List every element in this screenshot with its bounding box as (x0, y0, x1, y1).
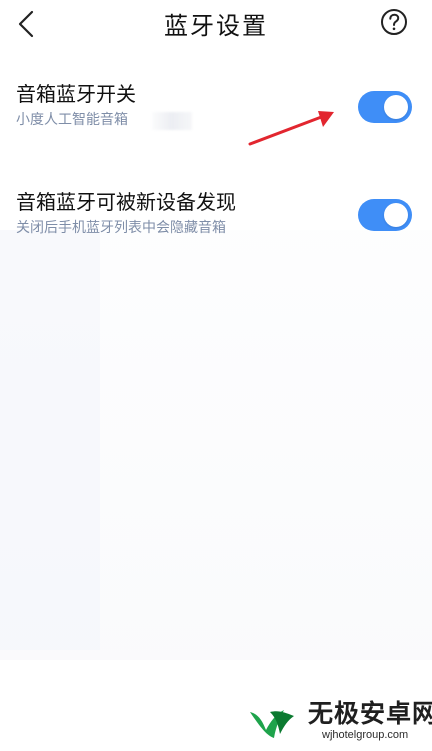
background-panel (0, 230, 100, 650)
top-bar: 蓝牙设置 (0, 0, 432, 56)
discoverable-toggle[interactable] (358, 199, 412, 231)
toggle-knob (384, 203, 408, 227)
blurred-text-mask (152, 112, 192, 130)
help-circle-icon (380, 8, 408, 40)
help-button[interactable] (380, 8, 408, 40)
watermark-logo-icon (246, 702, 302, 742)
setting-subtitle: 关闭后手机蓝牙列表中会隐藏音箱 (16, 220, 226, 236)
setting-subtitle: 小度人工智能音箱 (16, 112, 128, 128)
setting-title: 音箱蓝牙开关 (16, 82, 136, 106)
watermark-brand: 无极安卓网 (308, 699, 432, 728)
setting-title: 音箱蓝牙可被新设备发现 (16, 190, 236, 214)
bluetooth-settings-page: 蓝牙设置 音箱蓝牙开关 小度人工智能音箱 音箱蓝牙可被新设备发现 关闭后手机蓝牙… (0, 0, 432, 751)
watermark-url: wjhotelgroup.com (322, 729, 409, 741)
bluetooth-switch-toggle[interactable] (358, 91, 412, 123)
page-title: 蓝牙设置 (164, 12, 268, 40)
setting-row-discoverable: 音箱蓝牙可被新设备发现 关闭后手机蓝牙列表中会隐藏音箱 (0, 188, 432, 258)
setting-row-bluetooth-switch: 音箱蓝牙开关 小度人工智能音箱 (0, 80, 432, 150)
toggle-knob (384, 95, 408, 119)
watermark: 无极安卓网 wjhotelgroup.com (246, 694, 432, 744)
background-shape (0, 230, 432, 660)
